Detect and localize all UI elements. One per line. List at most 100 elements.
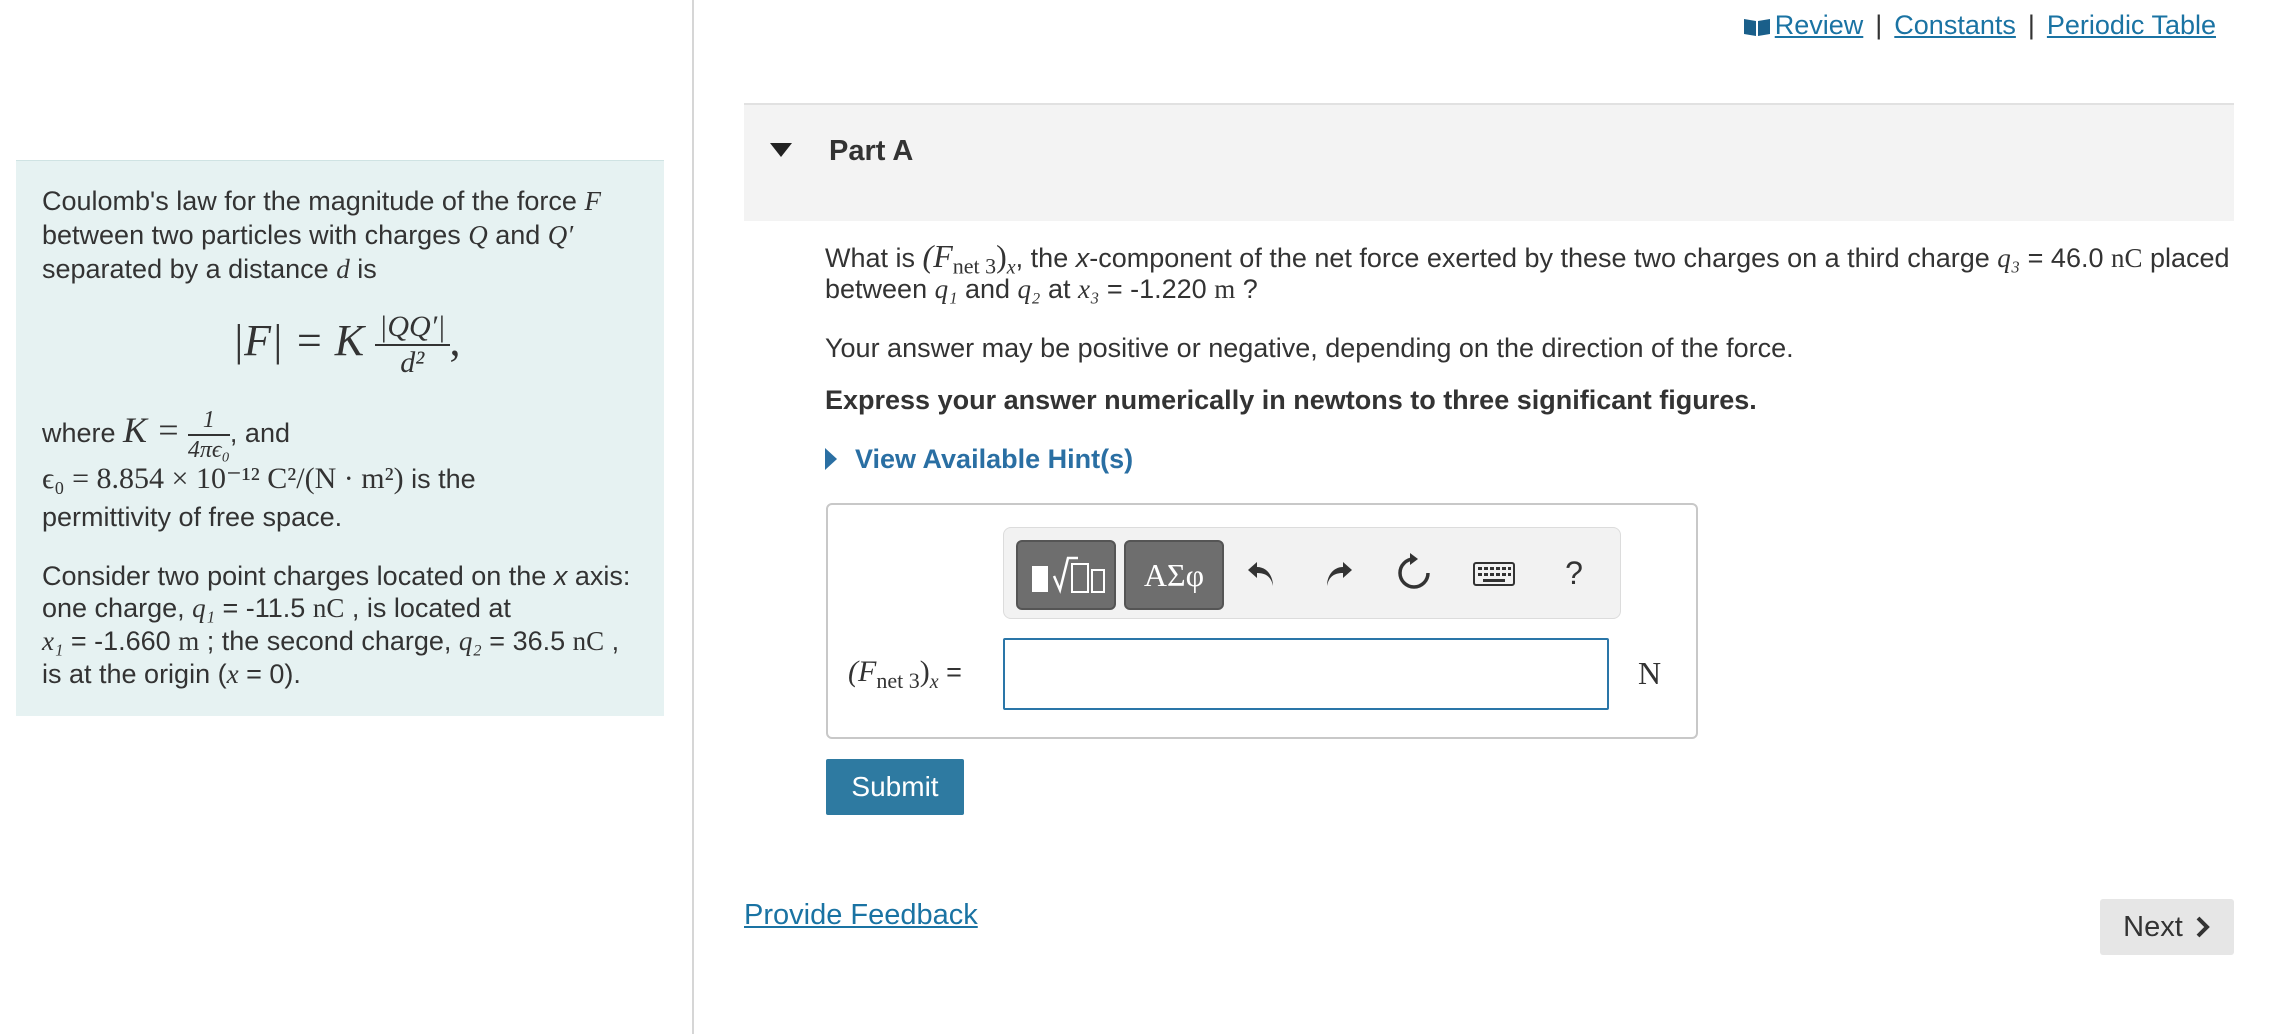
question-text: placed [2142, 243, 2230, 273]
hint-label: View Available Hint(s) [855, 444, 1134, 474]
collapse-caret-icon[interactable] [770, 143, 792, 157]
question-text: , the [1015, 243, 1076, 273]
info-text: is the [403, 464, 476, 494]
undo-icon[interactable] [1232, 542, 1292, 604]
unit-text: m [178, 626, 200, 656]
part-a-header[interactable]: Part A [744, 103, 2234, 221]
math-var: q₁ [934, 274, 958, 304]
math-var: x [1075, 243, 1090, 273]
math-var: q₂ [1017, 274, 1041, 304]
answer-input[interactable] [1003, 638, 1609, 710]
charges-line-3: x₁ = -1.660 m ; the second charge, q₂ = … [42, 624, 619, 658]
review-link[interactable]: Review [1775, 10, 1864, 40]
epsilon-expression: ϵ₀ = 8.854 × 10⁻¹² C²/(N · m²) [42, 462, 404, 495]
link-separator: | [2027, 10, 2035, 40]
view-hints-toggle[interactable]: View Available Hint(s) [825, 444, 1133, 475]
info-text: where [42, 418, 124, 448]
next-label: Next [2123, 910, 2183, 943]
answer-box: ΑΣφ ? (Fnet 3)x = N [826, 503, 1698, 739]
unit-text: m [1214, 274, 1236, 304]
k-denominator: 4πϵ₀ [187, 436, 230, 463]
constants-link[interactable]: Constants [1894, 10, 2016, 40]
math-toolbar: ΑΣφ ? [1003, 527, 1621, 619]
question-text: = 46.0 [2020, 243, 2111, 273]
math-var: Q′ [547, 220, 574, 250]
epsilon-line-2: permittivity of free space. [42, 500, 342, 534]
info-text: separated by a distance [42, 254, 337, 284]
coulomb-law-equation: |F| = K |QQ′| d² , [232, 310, 461, 380]
math-paren: ) [996, 238, 1007, 274]
sign-note: Your answer may be positive or negative,… [825, 333, 1794, 363]
question-text: and [957, 274, 1018, 304]
reset-icon[interactable] [1384, 542, 1444, 604]
expand-caret-icon [825, 448, 837, 470]
charges-line-2: one charge, q₁ = -11.5 nC , is located a… [42, 591, 511, 625]
law-fraction: |QQ′| d² [375, 310, 450, 380]
answer-instruction: Express your answer numerically in newto… [825, 385, 1757, 415]
periodic-table-link[interactable]: Periodic Table [2047, 10, 2216, 40]
math-subscript: net 3 [876, 668, 920, 693]
info-text: permittivity of free space. [42, 502, 343, 532]
math-var: x₁ [42, 626, 64, 656]
unit-text: nC [572, 626, 605, 656]
math-subscript: x [929, 671, 939, 693]
math-paren: ) [919, 655, 930, 688]
question-text: -component of the net force exerted by t… [1089, 243, 1998, 273]
info-text: between two particles with charges [42, 220, 469, 250]
info-text: Consider two point charges located on th… [42, 561, 554, 591]
info-text: is at the origin ( [42, 659, 227, 689]
redo-icon[interactable] [1308, 542, 1368, 604]
unit-text: nC [312, 593, 345, 623]
next-button[interactable]: Next [2100, 899, 2234, 955]
keyboard-icon[interactable] [1464, 542, 1524, 604]
info-text: , and [229, 418, 290, 448]
law-denominator: d² [400, 346, 425, 379]
link-separator: | [1875, 10, 1883, 40]
top-links: Review | Constants | Periodic Table [1743, 10, 2216, 41]
info-text: Coulomb's law for the magnitude of the f… [42, 186, 585, 216]
charges-line-4: is at the origin (x = 0). [42, 657, 301, 691]
question-text: What is [825, 243, 923, 273]
math-var: q₃ [1997, 243, 2021, 273]
k-fraction: 1 4πϵ₀ [187, 406, 230, 464]
epsilon-definition: ϵ₀ = 8.854 × 10⁻¹² C²/(N · m²) is the [42, 462, 476, 496]
unit-text: nC [2110, 243, 2143, 273]
k-definition: where K = 1 4πϵ₀ , and [42, 400, 290, 464]
law-numerator: |QQ′| [375, 310, 450, 346]
templates-icon [1032, 556, 1105, 594]
greek-label: ΑΣφ [1143, 556, 1205, 593]
math-var: x₃ [1077, 274, 1100, 304]
math-var: x [553, 561, 568, 591]
question-line-2: between q₁ and q₂ at x₃ = -1.220 m ? [825, 274, 1258, 305]
info-text: , is located at [344, 593, 511, 623]
help-button[interactable]: ? [1544, 542, 1604, 604]
info-text: = 0). [238, 659, 301, 689]
info-text: = -1.660 [63, 626, 179, 656]
math-var: q₂ [458, 626, 482, 656]
provide-feedback-link[interactable]: Provide Feedback [744, 899, 978, 932]
help-icon: ? [1565, 554, 1583, 591]
info-text: = 36.5 [481, 626, 573, 656]
info-line-2: between two particles with charges Q and… [42, 218, 573, 252]
math-var: q₁ [192, 593, 215, 623]
info-text: and [487, 220, 548, 250]
info-text: = -11.5 [215, 593, 313, 623]
info-text: is [349, 254, 377, 284]
k-numerator: 1 [187, 406, 230, 436]
templates-button[interactable] [1016, 540, 1116, 610]
question-text: at [1040, 274, 1078, 304]
law-lhs: |F| = K [232, 316, 365, 366]
math-var: F [584, 186, 601, 216]
part-title: Part A [829, 135, 914, 167]
info-text: ; the second charge, [199, 626, 459, 656]
greek-symbols-button[interactable]: ΑΣφ [1124, 540, 1224, 610]
math-var: (F [922, 238, 953, 274]
law-comma: , [449, 316, 461, 366]
math-var: d [336, 254, 350, 284]
submit-button[interactable]: Submit [826, 759, 964, 815]
question-text: between [825, 274, 935, 304]
charges-line-1: Consider two point charges located on th… [42, 559, 630, 593]
answer-unit: N [1638, 655, 1662, 691]
math-var: K = [123, 410, 181, 450]
equals-sign: = [938, 657, 962, 687]
